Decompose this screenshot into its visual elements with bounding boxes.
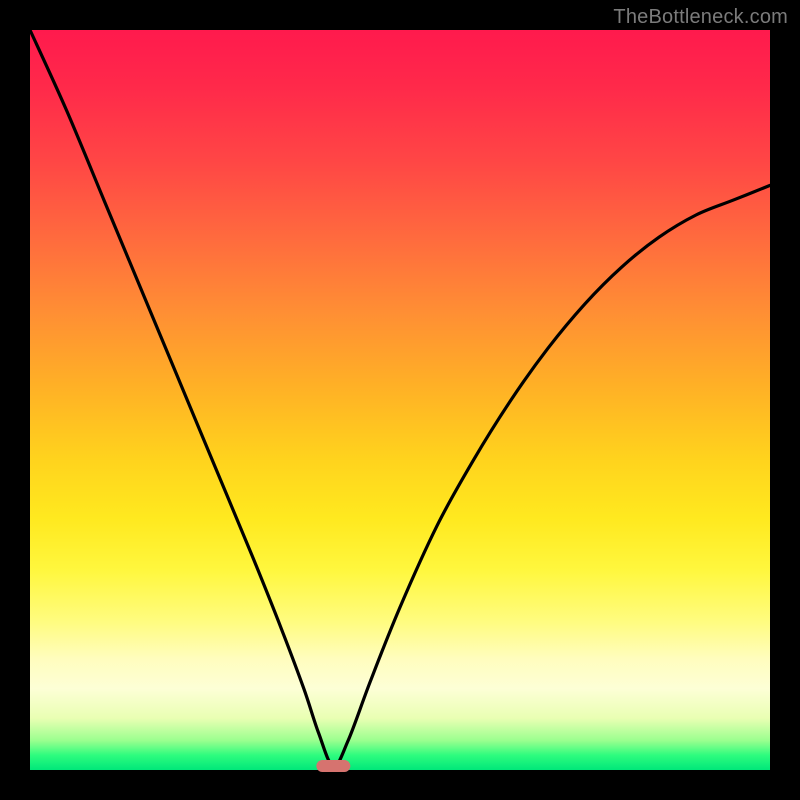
bottleneck-curve-path xyxy=(30,30,770,766)
min-marker xyxy=(317,760,350,772)
watermark-text: TheBottleneck.com xyxy=(613,6,788,29)
plot-area xyxy=(30,30,770,770)
curve-svg xyxy=(30,30,770,770)
outer-frame: TheBottleneck.com xyxy=(0,0,800,800)
